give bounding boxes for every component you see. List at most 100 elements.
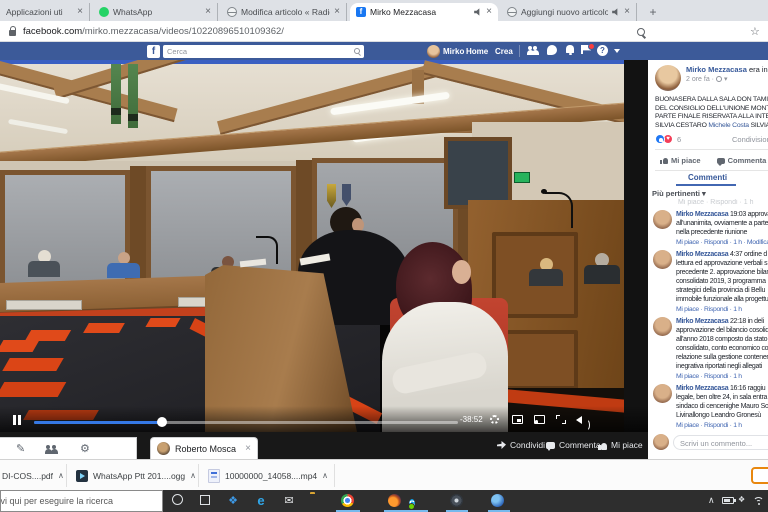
nav-create-link[interactable]: Crea xyxy=(495,47,513,56)
notification-button-partial[interactable] xyxy=(751,467,768,484)
tab-aggiungi-articolo[interactable]: Aggiungi nuovo articolo « Ra × xyxy=(501,3,637,21)
nav-profile-link[interactable]: Mirko xyxy=(443,47,464,56)
blue-app-icon[interactable] xyxy=(491,494,504,507)
comment-author-link[interactable]: Mirko Mezzacasa xyxy=(676,318,728,325)
tab-applicazioni[interactable]: Applicazioni uti × xyxy=(0,3,90,21)
seek-bar[interactable] xyxy=(34,421,458,424)
download-item[interactable]: DI-COS....pdf ∧ xyxy=(2,465,64,486)
cast-icon[interactable] xyxy=(534,415,545,425)
tab-modifica-articolo[interactable]: Modifica articolo « Radio Più — V × xyxy=(221,3,347,21)
skype-icon[interactable]: S xyxy=(409,499,415,509)
comment-avatar[interactable] xyxy=(653,384,672,403)
post-like-button[interactable]: Mi piace xyxy=(660,154,701,166)
comment-actions[interactable]: Mi piace · Rispondi · 1 h · Modificat xyxy=(676,237,768,247)
download-filename: WhatsApp Ptt 201....ogg xyxy=(93,471,185,481)
wifi-icon[interactable] xyxy=(753,496,765,505)
tagged-person-link[interactable]: Michele Costa xyxy=(708,122,748,129)
post-comment-button[interactable]: Commenta xyxy=(717,154,767,166)
facebook-logo[interactable]: f xyxy=(147,45,160,58)
pause-button[interactable] xyxy=(13,415,21,425)
taskbar-search-input[interactable]: Scrivi qui per eseguire la ricerca xyxy=(0,490,163,512)
close-icon[interactable]: × xyxy=(77,7,83,17)
close-icon[interactable]: × xyxy=(486,7,492,17)
account-menu-caret-icon[interactable] xyxy=(614,49,620,53)
comment-actions[interactable]: Mi piace · Rispondi · 1 h xyxy=(676,371,768,381)
comment-actions[interactable]: Mi piace · Rispondi · 1 h xyxy=(676,420,768,430)
picture-in-picture-icon[interactable] xyxy=(512,415,523,425)
shares-label[interactable]: Condivisioni: xyxy=(732,135,768,144)
comment-button[interactable]: Commenta xyxy=(546,440,601,450)
caret-down-icon[interactable]: ▾ xyxy=(724,75,728,83)
comment-sort-dropdown[interactable]: Più pertinenti ▾ xyxy=(648,186,768,199)
close-icon[interactable]: × xyxy=(205,7,211,17)
chevron-up-icon[interactable]: ∧ xyxy=(190,471,196,480)
chevron-up-icon[interactable]: ∧ xyxy=(58,471,64,480)
page-zoom-icon[interactable] xyxy=(637,28,645,36)
cortana-icon[interactable] xyxy=(172,494,183,505)
comment-avatar[interactable] xyxy=(653,317,672,336)
chat-settings-gear-icon[interactable]: ⚙ xyxy=(80,442,90,456)
comment-author-link[interactable]: Mirko Mezzacasa xyxy=(676,385,728,392)
live-video-player[interactable]: -38:52 xyxy=(0,60,648,432)
edge-icon[interactable]: e xyxy=(254,494,268,508)
like-reaction-icon[interactable] xyxy=(655,134,665,144)
contacts-icon[interactable] xyxy=(46,444,60,456)
profile-avatar[interactable] xyxy=(427,45,440,58)
post-author-avatar[interactable] xyxy=(655,65,681,91)
tray-chevron-up-icon[interactable]: ∧ xyxy=(708,495,715,506)
comment-input[interactable]: Scrivi un commento... xyxy=(673,435,768,450)
seek-knob[interactable] xyxy=(157,417,167,427)
audio-speaker-icon[interactable] xyxy=(474,8,482,16)
thumbs-up-icon xyxy=(598,441,607,450)
comment-text-line: precedente 2. approvazione bilan xyxy=(676,268,768,277)
nav-home-link[interactable]: Home xyxy=(466,47,488,56)
chrome-icon[interactable] xyxy=(341,494,354,507)
tray-dropbox-icon[interactable]: ❖ xyxy=(738,495,745,504)
reaction-count[interactable]: 6 xyxy=(677,135,681,144)
close-icon[interactable]: × xyxy=(624,7,630,17)
like-button[interactable]: Mi piace xyxy=(598,440,643,450)
download-item[interactable]: 10000000_14058....mp4 ∧ xyxy=(208,465,328,486)
audio-speaker-icon[interactable] xyxy=(612,8,620,16)
bookmark-star-icon[interactable]: ☆ xyxy=(750,25,760,38)
chat-tab-roberto-mosca[interactable]: Roberto Mosca × xyxy=(150,437,258,459)
mail-icon[interactable]: ✉ xyxy=(282,494,296,508)
volume-icon[interactable] xyxy=(576,415,587,425)
previous-comment-meta[interactable]: Mi piace · Rispondi · 1 h xyxy=(648,199,768,207)
close-icon[interactable]: × xyxy=(245,443,251,454)
new-message-icon[interactable]: ✎ xyxy=(16,442,25,456)
chevron-up-icon[interactable]: ∧ xyxy=(322,471,328,480)
post-actions: Mi piace Commenta xyxy=(648,152,768,168)
caret-down-icon: ▾ xyxy=(702,189,706,198)
comment-actions[interactable]: Mi piace · Rispondi · 1 h xyxy=(676,304,768,314)
dropbox-icon[interactable]: ❖ xyxy=(226,494,240,508)
friend-requests-icon[interactable] xyxy=(528,45,540,57)
lock-icon xyxy=(9,30,16,36)
task-view-icon[interactable] xyxy=(200,495,210,505)
photos-app-icon[interactable] xyxy=(450,494,463,507)
fullscreen-icon[interactable] xyxy=(556,415,567,425)
comment-author-link[interactable]: Mirko Mezzacasa xyxy=(676,211,728,218)
comment-text-line: sindaco di cencenighe Mauro So xyxy=(676,402,768,411)
download-item[interactable]: WhatsApp Ptt 201....ogg ∧ xyxy=(76,465,196,486)
comment-avatar[interactable] xyxy=(653,250,672,269)
url-text[interactable]: facebook.com/mirko.mezzacasa/videos/1022… xyxy=(23,26,284,37)
tab-whatsapp[interactable]: WhatsApp × xyxy=(93,3,218,21)
comment-avatar[interactable] xyxy=(653,210,672,229)
comments-tab[interactable]: Commenti xyxy=(648,173,768,186)
post-author-link[interactable]: Mirko Mezzacasa xyxy=(686,65,747,74)
new-tab-button[interactable]: + xyxy=(645,4,661,20)
share-button[interactable]: Condividi xyxy=(497,440,545,450)
comment-author-link[interactable]: Mirko Mezzacasa xyxy=(676,251,728,258)
battery-icon[interactable] xyxy=(722,497,734,504)
firefox-icon[interactable] xyxy=(388,494,401,507)
tab-mirko-mezzacasa-active[interactable]: f Mirko Mezzacasa × xyxy=(350,3,498,21)
notifications-bell-icon[interactable] xyxy=(564,45,576,57)
help-icon[interactable]: ? xyxy=(597,45,609,57)
comment-text-line: relazione sulla gestione contenen xyxy=(676,353,768,362)
close-icon[interactable]: × xyxy=(334,7,340,17)
messenger-icon[interactable] xyxy=(547,45,559,57)
tab-title: Applicazioni uti xyxy=(6,7,73,17)
facebook-search-input[interactable]: Cerca xyxy=(163,45,364,58)
settings-gear-icon[interactable] xyxy=(490,415,501,425)
